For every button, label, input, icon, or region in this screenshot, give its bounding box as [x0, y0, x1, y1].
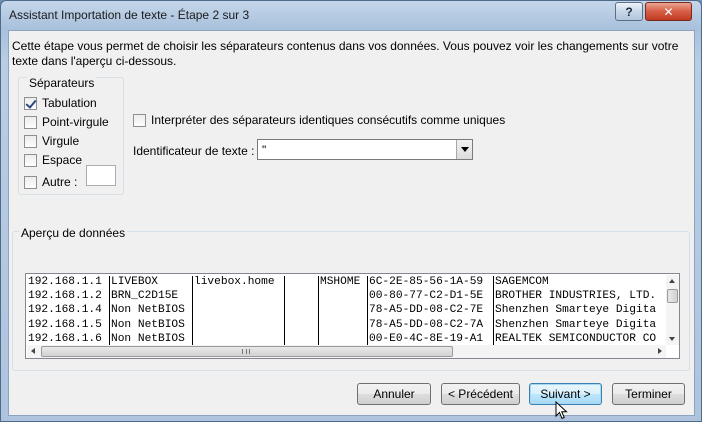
table-cell: Shenzhen Smarteye Digita	[495, 304, 657, 317]
table-cell: 192.168.1.4	[28, 304, 102, 317]
table-cell: 78-A5-DD-08-C2-7A	[369, 318, 484, 331]
column-divider[interactable]	[318, 276, 319, 345]
finish-button[interactable]: Terminer	[612, 383, 685, 405]
table-cell: BRN_C2D15E	[111, 290, 179, 303]
cancel-button[interactable]: Annuler	[357, 383, 431, 405]
vertical-scroll-thumb[interactable]	[667, 289, 678, 303]
point-virgule-label[interactable]: Point-virgule	[42, 115, 109, 129]
table-cell: 192.168.1.6	[28, 332, 102, 345]
table-cell: livebox.home	[194, 276, 275, 288]
table-cell: Non NetBIOS	[111, 332, 185, 345]
intro-text: Cette étape vous permet de choisir les s…	[12, 39, 679, 68]
column-divider[interactable]	[192, 276, 193, 345]
espace-label[interactable]: Espace	[42, 153, 82, 167]
autre-label[interactable]: Autre :	[42, 175, 77, 189]
window-title: Assistant Importation de texte - Étape 2…	[9, 8, 250, 22]
mouse-cursor-icon	[555, 401, 568, 420]
preview-legend: Aperçu de données	[19, 226, 128, 240]
close-button[interactable]: ✕	[645, 2, 692, 21]
previous-button[interactable]: < Précédent	[441, 383, 520, 405]
checkbox-espace[interactable]: Espace	[24, 152, 82, 168]
table-cell: 192.168.1.2	[28, 290, 102, 303]
table-row: 192.168.1.6 Non NetBIOS 00-E0-4C-8E-19-A1 R…	[27, 332, 665, 345]
checkbox-autre[interactable]: Autre :	[24, 174, 77, 190]
checkbox-point-virgule[interactable]: Point-virgule	[24, 114, 109, 130]
table-cell: Non NetBIOS	[111, 304, 185, 317]
table-cell: Shenzhen Smarteye Digita	[495, 318, 657, 331]
data-preview-group: Aperçu de données 192.168.1.1 LIVEBOX live…	[12, 226, 690, 371]
virgule-checkbox[interactable]	[24, 134, 37, 148]
table-cell: MSHOME	[320, 276, 361, 288]
consecutive-label[interactable]: Interpréter des séparateurs identiques c…	[151, 113, 505, 127]
table-row: 192.168.1.4 Non NetBIOS 78-A5-DD-08-C2-7E S…	[27, 303, 665, 317]
tabulation-checkbox[interactable]	[24, 96, 37, 110]
checkbox-tabulation[interactable]: Tabulation	[24, 95, 97, 111]
autre-input[interactable]	[86, 165, 116, 186]
data-preview-grid[interactable]: 192.168.1.1 LIVEBOX livebox.home MSHOME 6C-2…	[25, 273, 680, 359]
table-cell: 00-E0-4C-8E-19-A1	[369, 332, 484, 345]
table-cell: 192.168.1.1	[28, 276, 102, 288]
scroll-down-icon[interactable]	[669, 337, 675, 341]
table-row: 192.168.1.1 LIVEBOX livebox.home MSHOME 6C-2…	[27, 275, 665, 289]
column-divider[interactable]	[284, 276, 285, 345]
dialog-window: Assistant Importation de texte - Étape 2…	[0, 0, 702, 422]
help-button[interactable]: ?	[615, 2, 643, 21]
dropdown-button[interactable]	[456, 140, 472, 159]
scroll-right-icon[interactable]	[658, 348, 662, 354]
grip-icon	[242, 349, 250, 354]
column-divider[interactable]	[493, 276, 494, 345]
preview-table[interactable]: 192.168.1.1 LIVEBOX livebox.home MSHOME 6C-2…	[27, 275, 665, 345]
dialog-body: Cette étape vous permet de choisir les s…	[8, 30, 695, 420]
table-row: 192.168.1.2 BRN_C2D15E 00-80-77-C2-D1-5E BR…	[27, 289, 665, 303]
autre-checkbox[interactable]	[24, 175, 37, 189]
text-qualifier-value: "	[262, 142, 267, 157]
horizontal-scrollbar[interactable]	[27, 345, 666, 358]
table-cell: 6C-2E-85-56-1A-59	[369, 276, 484, 288]
close-icon: ✕	[663, 4, 674, 19]
vertical-scrollbar[interactable]	[666, 275, 679, 345]
table-cell: 192.168.1.5	[28, 318, 102, 331]
table-cell: Non NetBIOS	[111, 318, 185, 331]
horizontal-scroll-thumb[interactable]	[41, 346, 453, 357]
text-qualifier-label: Identificateur de texte :	[133, 144, 255, 158]
text-qualifier-select[interactable]: "	[257, 139, 473, 160]
column-divider[interactable]	[109, 276, 110, 345]
table-cell: BROTHER INDUSTRIES, LTD.	[495, 290, 657, 303]
consecutive-option[interactable]: Interpréter des séparateurs identiques c…	[133, 113, 505, 127]
scroll-left-icon[interactable]	[31, 348, 35, 354]
chevron-down-icon	[460, 147, 469, 152]
espace-checkbox[interactable]	[24, 153, 37, 167]
point-virgule-checkbox[interactable]	[24, 115, 37, 129]
table-cell: 78-A5-DD-08-C2-7E	[369, 304, 484, 317]
virgule-label[interactable]: Virgule	[42, 134, 79, 148]
table-cell: 00-80-77-C2-D1-5E	[369, 290, 484, 303]
table-cell: REALTEK SEMICONDUCTOR CO	[495, 332, 657, 345]
consecutive-checkbox[interactable]	[133, 113, 146, 127]
scroll-up-icon[interactable]	[669, 279, 675, 283]
tabulation-label[interactable]: Tabulation	[42, 96, 97, 110]
table-row: 192.168.1.5 Non NetBIOS 78-A5-DD-08-C2-7A S…	[27, 318, 665, 332]
column-divider[interactable]	[367, 276, 368, 345]
checkbox-virgule[interactable]: Virgule	[24, 133, 79, 149]
table-cell: LIVEBOX	[111, 276, 158, 288]
separators-legend: Séparateurs	[27, 76, 97, 90]
table-cell: SAGEMCOM	[495, 276, 549, 288]
separators-group: Séparateurs Tabulation Point-virgule Vir…	[18, 76, 124, 195]
help-icon: ?	[625, 4, 633, 19]
title-bar[interactable]: Assistant Importation de texte - Étape 2…	[1, 1, 701, 30]
